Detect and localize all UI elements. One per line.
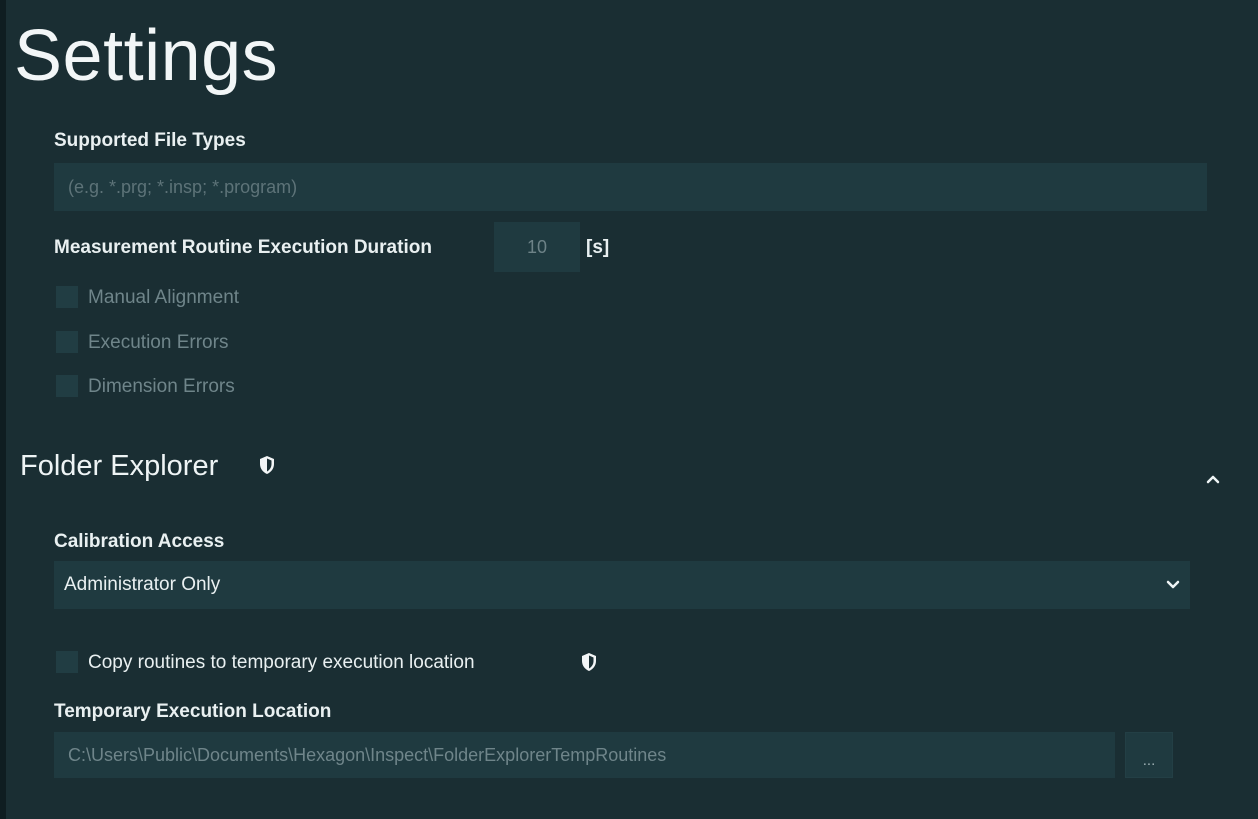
execution-errors-checkbox[interactable] [56,331,78,353]
manual-alignment-checkbox[interactable] [56,286,78,308]
folder-explorer-collapse-button[interactable] [1200,466,1226,492]
temporary-execution-location-input[interactable] [54,732,1115,778]
copy-routines-checkbox[interactable] [56,651,78,673]
shield-icon [582,653,596,671]
calibration-access-label: Calibration Access [54,531,225,552]
execution-duration-label: Measurement Routine Execution Duration [54,237,432,258]
chevron-down-icon [1166,580,1180,589]
execution-duration-unit: [s] [586,237,610,258]
execution-errors-label: Execution Errors [88,332,229,353]
browse-button[interactable]: ... [1125,732,1173,778]
dimension-errors-label: Dimension Errors [88,376,235,397]
page-title: Settings [14,16,279,96]
window-edge [0,0,6,819]
dimension-errors-checkbox[interactable] [56,375,78,397]
chevron-up-icon [1206,475,1220,484]
copy-routines-label: Copy routines to temporary execution loc… [88,652,475,673]
settings-panel: Settings Supported File Types Measuremen… [0,0,1258,819]
temporary-execution-location-label: Temporary Execution Location [54,701,332,722]
supported-file-types-label: Supported File Types [54,130,246,151]
manual-alignment-label: Manual Alignment [88,287,240,308]
folder-explorer-title: Folder Explorer [20,450,219,482]
execution-duration-input[interactable] [494,222,580,272]
supported-file-types-input[interactable] [54,163,1207,211]
calibration-access-value: Administrator Only [64,574,221,595]
calibration-access-select[interactable]: Administrator Only [54,561,1190,609]
shield-icon [260,456,274,474]
